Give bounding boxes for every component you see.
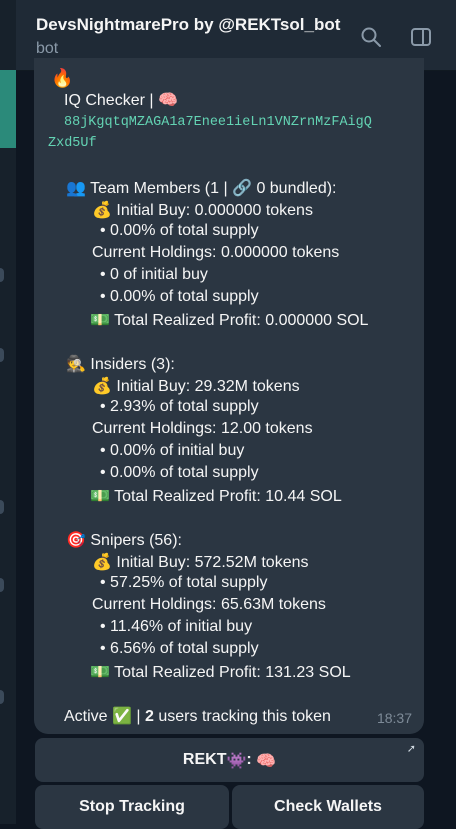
insiders-hold-pct: • 0.00% of total supply <box>100 464 259 481</box>
fire-icon: 🔥 <box>51 68 74 89</box>
rekt-button[interactable]: REKT 👾: 🧠 ➚ <box>35 738 424 782</box>
cash-icon: 💵 <box>90 310 110 329</box>
active-chat-indicator <box>0 70 16 148</box>
check-mark-icon: ✅ <box>112 706 132 725</box>
chat-subtitle: bot <box>36 40 59 57</box>
snipers-profit: 💵 Total Realized Profit: 131.23 SOL <box>90 662 351 681</box>
team-initial-buy: 💰 Initial Buy: 0.000000 tokens <box>92 200 313 219</box>
snipers-section-title: 🎯 Snipers (56): <box>66 530 182 549</box>
message-time: 18:37 <box>376 710 412 726</box>
external-link-arrow-icon: ➚ <box>406 743 416 755</box>
snipers-holdings: Current Holdings: 65.63M tokens <box>92 596 326 613</box>
money-bag-icon: 💰 <box>92 552 112 571</box>
chat-list-marker <box>0 268 4 282</box>
target-icon: 🎯 <box>66 530 86 549</box>
cash-icon: 💵 <box>90 662 110 681</box>
insiders-initial-buy: 💰 Initial Buy: 29.32M tokens <box>92 376 300 395</box>
snipers-initial-pct: • 57.25% of total supply <box>100 574 268 591</box>
team-hold-initial: • 0 of initial buy <box>100 266 208 283</box>
team-initial-pct: • 0.00% of total supply <box>100 222 259 239</box>
stop-tracking-button[interactable]: Stop Tracking <box>35 785 229 829</box>
bot-message: 🔥 IQ Checker | 🧠 88jKgqtqMZAGA1a7Enee1ie… <box>34 58 424 734</box>
team-holdings: Current Holdings: 0.000000 tokens <box>92 244 340 261</box>
snipers-hold-pct: • 6.56% of total supply <box>100 640 259 657</box>
team-hold-pct: • 0.00% of total supply <box>100 288 259 305</box>
token-address-line2[interactable]: Zxd5Uf <box>48 136 97 151</box>
team-profit: 💵 Total Realized Profit: 0.000000 SOL <box>90 310 369 329</box>
chat-list-marker <box>0 690 4 704</box>
money-bag-icon: 💰 <box>92 376 112 395</box>
message-header: IQ Checker | 🧠 <box>64 90 178 109</box>
detective-icon: 🕵 <box>66 354 86 373</box>
team-section-title: 👥 Team Members (1 | 🔗 0 bundled): <box>66 178 337 197</box>
chat-list-marker <box>0 578 4 592</box>
check-wallets-button[interactable]: Check Wallets <box>232 785 424 829</box>
insiders-holdings: Current Holdings: 12.00 tokens <box>92 420 313 437</box>
link-icon: 🔗 <box>232 178 252 197</box>
brain-icon: 🧠 <box>256 750 277 770</box>
insiders-hold-initial: • 0.00% of initial buy <box>100 442 245 459</box>
insiders-initial-pct: • 2.93% of total supply <box>100 398 259 415</box>
chat-list-marker <box>0 348 4 362</box>
snipers-hold-initial: • 11.46% of initial buy <box>100 618 253 635</box>
chat-list-marker <box>0 500 4 514</box>
tracking-status: Active ✅ | 2 users tracking this token <box>64 706 331 725</box>
alien-monster-icon: 👾 <box>226 750 247 770</box>
chat-list-strip[interactable] <box>0 0 16 824</box>
search-icon[interactable] <box>360 26 382 48</box>
insiders-profit: 💵 Total Realized Profit: 10.44 SOL <box>90 486 342 505</box>
sidebar-toggle-icon[interactable] <box>410 26 432 48</box>
brain-icon: 🧠 <box>157 90 178 109</box>
insiders-section-title: 🕵 Insiders (3): <box>66 354 175 373</box>
chat-title[interactable]: DevsNightmarePro by @REKTsol_bot <box>36 15 340 35</box>
snipers-initial-buy: 💰 Initial Buy: 572.52M tokens <box>92 552 309 571</box>
cash-icon: 💵 <box>90 486 110 505</box>
team-icon: 👥 <box>66 178 86 197</box>
money-bag-icon: 💰 <box>92 200 112 219</box>
token-address-line1[interactable]: 88jKgqtqMZAGA1a7Enee1ieLn1VNZrnMzFAigQ <box>64 115 372 130</box>
